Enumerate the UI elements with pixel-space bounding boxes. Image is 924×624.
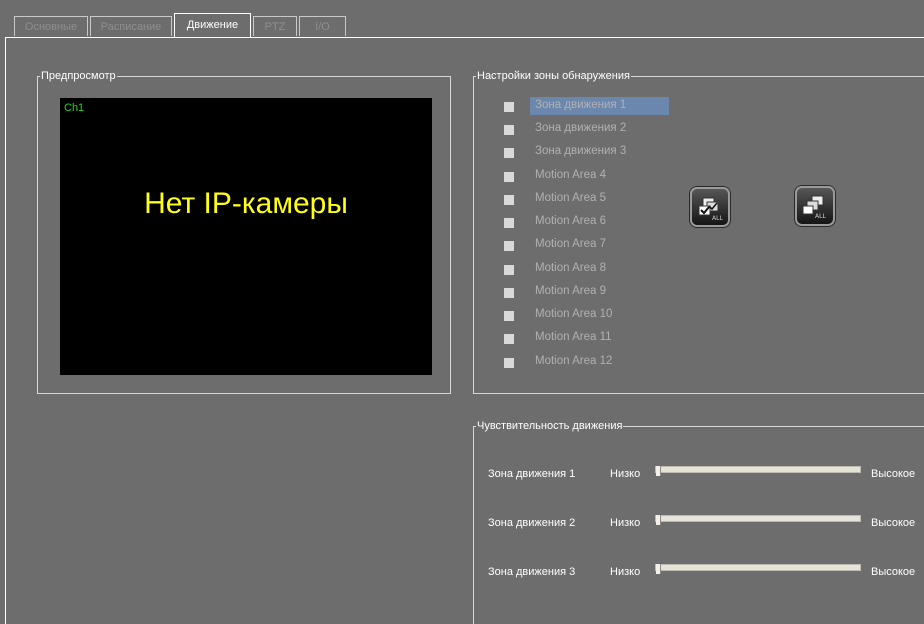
motion-area-checkbox[interactable] — [504, 102, 514, 112]
motion-area-checkbox[interactable] — [504, 311, 514, 321]
motion-area-label: Motion Area 5 — [535, 192, 606, 204]
sensitivity-group-title: Чувствительность движения — [476, 419, 624, 433]
motion-area-label: Motion Area 6 — [535, 215, 606, 227]
clear-all-icon: ALL — [802, 195, 826, 220]
motion-area-checkbox[interactable] — [504, 334, 514, 344]
sensitivity-low-label: Низко — [610, 468, 641, 480]
motion-area-checkbox[interactable] — [504, 195, 514, 205]
sensitivity-row: Зона движения 1 Низко Высокое — [488, 465, 924, 487]
motion-area-label: Motion Area 4 — [535, 169, 606, 181]
motion-area-checkbox[interactable] — [504, 265, 514, 275]
motion-area-label: Зона движения 1 — [535, 99, 627, 111]
motion-area-item[interactable]: Motion Area 11 — [502, 328, 668, 348]
sensitivity-slider-thumb[interactable] — [656, 466, 661, 476]
sensitivity-low-label: Низко — [610, 566, 641, 578]
motion-area-item[interactable]: Motion Area 12 — [502, 352, 668, 372]
sensitivity-zone-label: Зона движения 2 — [488, 517, 576, 529]
clear-all-icon-text: ALL — [815, 213, 826, 220]
motion-area-item[interactable]: Motion Area 8 — [502, 259, 668, 279]
motion-area-checkbox[interactable] — [504, 358, 514, 368]
sensitivity-slider[interactable] — [655, 466, 861, 476]
select-all-button[interactable]: ALL — [690, 187, 730, 227]
sensitivity-slider-thumb[interactable] — [656, 564, 661, 574]
sensitivity-zone-label: Зона движения 3 — [488, 566, 576, 578]
motion-area-item[interactable]: Motion Area 7 — [502, 235, 668, 255]
sensitivity-slider-thumb[interactable] — [656, 515, 661, 525]
preview-screen[interactable]: Ch1 Нет IP-камеры — [60, 98, 432, 375]
tab-ptz[interactable]: PTZ — [253, 16, 297, 36]
motion-area-item[interactable]: Motion Area 6 — [502, 212, 668, 232]
motion-area-item[interactable]: Motion Area 10 — [502, 305, 668, 325]
sensitivity-low-label: Низко — [610, 517, 641, 529]
motion-settings-window: Основные Расписание Движение PTZ I/O Пре… — [0, 0, 924, 624]
select-all-icon-text: ALL — [712, 215, 723, 222]
motion-area-checkbox[interactable] — [504, 172, 514, 182]
tab-general[interactable]: Основные — [14, 16, 88, 36]
motion-area-highlight: Зона движения 1 — [530, 97, 669, 115]
sensitivity-high-label: Высокое — [871, 566, 916, 578]
motion-area-checkbox[interactable] — [504, 218, 514, 228]
motion-area-checkbox[interactable] — [504, 125, 514, 135]
motion-area-label: Зона движения 2 — [535, 122, 627, 134]
motion-area-item[interactable]: Зона движения 2 — [502, 119, 668, 139]
motion-area-checkbox[interactable] — [504, 148, 514, 158]
motion-area-checkbox[interactable] — [504, 241, 514, 251]
clear-all-button[interactable]: ALL — [795, 186, 835, 226]
channel-label: Ch1 — [64, 102, 85, 114]
motion-area-item[interactable]: Motion Area 5 — [502, 189, 668, 209]
motion-area-label: Motion Area 10 — [535, 308, 613, 320]
motion-area-label: Зона движения 3 — [535, 145, 627, 157]
motion-area-checkbox[interactable] — [504, 288, 514, 298]
tab-io[interactable]: I/O — [299, 16, 346, 36]
motion-area-item[interactable]: Зона движения 1 — [502, 96, 669, 116]
motion-area-label: Motion Area 9 — [535, 285, 606, 297]
preview-group-title: Предпросмотр — [40, 69, 117, 83]
title-strip — [0, 0, 924, 10]
sensitivity-high-label: Высокое — [871, 468, 916, 480]
sensitivity-row: Зона движения 2 Низко Высокое — [488, 514, 924, 536]
sensitivity-high-label: Высокое — [871, 517, 916, 529]
motion-area-label: Motion Area 7 — [535, 238, 606, 250]
zone-settings-title: Настройки зоны обнаружения — [476, 69, 631, 83]
motion-area-label: Motion Area 11 — [535, 331, 612, 343]
motion-area-label: Motion Area 8 — [535, 262, 606, 274]
motion-area-item[interactable]: Motion Area 9 — [502, 282, 668, 302]
sensitivity-slider[interactable] — [655, 564, 861, 574]
no-camera-message: Нет IP-камеры — [144, 187, 348, 220]
sensitivity-zone-label: Зона движения 1 — [488, 468, 576, 480]
tab-schedule[interactable]: Расписание — [90, 16, 172, 36]
sensitivity-row: Зона движения 3 Низко Высокое — [488, 563, 924, 585]
sensitivity-slider[interactable] — [655, 515, 861, 525]
select-all-icon: ALL — [698, 197, 723, 222]
motion-area-item[interactable]: Зона движения 3 — [502, 142, 668, 162]
motion-area-label: Motion Area 12 — [535, 355, 613, 367]
motion-area-item[interactable]: Motion Area 4 — [502, 166, 668, 186]
tab-motion[interactable]: Движение — [174, 13, 251, 37]
